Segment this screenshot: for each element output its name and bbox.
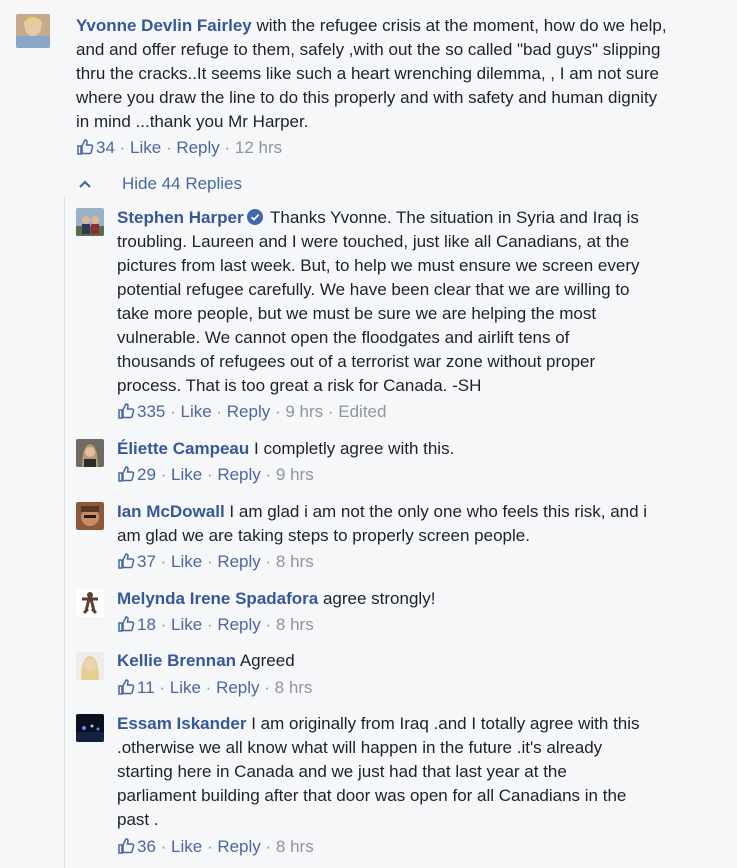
- like-count[interactable]: 11: [117, 678, 155, 697]
- verified-badge-icon: [246, 208, 263, 225]
- comment-text-line: I am originally from Iraq .and I totally…: [251, 714, 640, 733]
- comment-author[interactable]: Essam Iskander: [117, 714, 246, 733]
- comment-text-line: am glad we are taking steps to properly …: [117, 526, 530, 545]
- avatar-kellie-brennan[interactable]: [76, 652, 104, 680]
- reply-thread-line: [64, 197, 65, 868]
- like-count[interactable]: 34: [76, 138, 115, 157]
- like-link[interactable]: Like: [171, 615, 202, 634]
- comment-text-line: .otherwise we all know what will happen …: [117, 738, 603, 757]
- reply-link[interactable]: Reply: [217, 465, 260, 484]
- comment-text-line: potential refugee carefully. We have bee…: [117, 280, 630, 299]
- avatar-essam-iskander[interactable]: [76, 714, 104, 742]
- comment-text-line: Thanks Yvonne. The situation in Syria an…: [270, 208, 639, 227]
- timestamp[interactable]: 8 hrs: [276, 615, 314, 634]
- comment-text-line: take more people, but we must be sure we…: [117, 304, 597, 323]
- reply-link[interactable]: Reply: [176, 138, 219, 157]
- comment-text-line: I completly agree with this.: [254, 439, 455, 458]
- timestamp[interactable]: 12 hrs: [235, 138, 282, 157]
- like-count[interactable]: 18: [117, 615, 156, 634]
- comment-actions: 37 · Like · Reply · 8 hrs: [117, 550, 314, 574]
- timestamp[interactable]: 9 hrs: [276, 465, 314, 484]
- like-link[interactable]: Like: [171, 552, 202, 571]
- comment-actions: 11 · Like · Reply · 8 hrs: [117, 676, 312, 700]
- like-link[interactable]: Like: [130, 138, 161, 157]
- like-link[interactable]: Like: [171, 465, 202, 484]
- reply-link[interactable]: Reply: [227, 402, 270, 421]
- comment-author[interactable]: Éliette Campeau: [117, 439, 249, 458]
- comment-author[interactable]: Melynda Irene Spadafora: [117, 589, 318, 608]
- comment-text-line: with the refugee crisis at the moment, h…: [256, 16, 667, 35]
- comment-text-line: Agreed: [239, 651, 295, 670]
- avatar-melynda-spadafora[interactable]: [76, 589, 104, 617]
- timestamp[interactable]: 8 hrs: [276, 837, 314, 856]
- timestamp[interactable]: 9 hrs: [285, 402, 323, 421]
- thumbs-up-icon: [117, 552, 135, 570]
- reply-link[interactable]: Reply: [217, 837, 260, 856]
- thumbs-up-icon: [117, 402, 135, 420]
- timestamp[interactable]: 8 hrs: [276, 552, 314, 571]
- comment-actions: 29 · Like · Reply · 9 hrs: [117, 463, 314, 487]
- comment-text-line: vulnerable. We cannot open the floodgate…: [117, 328, 570, 347]
- comment-text-line: starting here in Canada and we just had …: [117, 762, 567, 781]
- avatar-ian-mcdowall[interactable]: [76, 502, 104, 530]
- comment-actions: 18 · Like · Reply · 8 hrs: [117, 613, 314, 637]
- like-count[interactable]: 37: [117, 552, 156, 571]
- comment-text-line: troubling. Laureen and I were touched, j…: [117, 232, 630, 251]
- reply-link[interactable]: Reply: [217, 615, 260, 634]
- like-link[interactable]: Like: [171, 837, 202, 856]
- comment-text-line: thru the cracks..It seems like such a he…: [76, 64, 659, 83]
- reply-link[interactable]: Reply: [216, 678, 259, 697]
- comment-author[interactable]: Ian McDowall: [117, 502, 225, 521]
- edited-label[interactable]: Edited: [338, 402, 386, 421]
- like-link[interactable]: Like: [170, 678, 201, 697]
- comment-text-line: past .: [117, 810, 159, 829]
- comment-text-line: pictures from last week. But, to help we…: [117, 256, 640, 275]
- comment-actions: 34 · Like · Reply · 12 hrs: [76, 136, 282, 160]
- chevron-up-icon: [78, 172, 94, 196]
- thumbs-up-icon: [76, 138, 94, 156]
- comment-text-line: I am glad i am not the only one who feel…: [229, 502, 648, 521]
- comment-thread: Yvonne Devlin Fairley with the refugee c…: [0, 0, 737, 868]
- comment-author[interactable]: Stephen Harper: [117, 208, 244, 227]
- comment-author[interactable]: Yvonne Devlin Fairley: [76, 16, 252, 35]
- like-count[interactable]: 36: [117, 837, 156, 856]
- like-link[interactable]: Like: [180, 402, 211, 421]
- comment-text-line: process. That is too great a risk for Ca…: [117, 376, 482, 395]
- comment-actions: 335 · Like · Reply · 9 hrs · Edited: [117, 400, 386, 424]
- comment-actions: 36 · Like · Reply · 8 hrs: [117, 835, 314, 859]
- comment-text-line: agree strongly!: [322, 589, 436, 608]
- avatar-stephen-harper[interactable]: [76, 208, 104, 236]
- reply-link[interactable]: Reply: [217, 552, 260, 571]
- thumbs-up-icon: [117, 465, 135, 483]
- timestamp[interactable]: 8 hrs: [275, 678, 313, 697]
- thumbs-up-icon: [117, 678, 135, 696]
- like-count[interactable]: 29: [117, 465, 156, 484]
- comment-text-line: thousands of refugees out of a terrorist…: [117, 352, 596, 371]
- thumbs-up-icon: [117, 837, 135, 855]
- thumbs-up-icon: [117, 615, 135, 633]
- comment-author[interactable]: Kellie Brennan: [117, 651, 236, 670]
- like-count[interactable]: 335: [117, 402, 165, 421]
- comment-text-line: and and offer refuge to them, safely ,wi…: [76, 40, 661, 59]
- avatar-eliette-campeau[interactable]: [76, 439, 104, 467]
- avatar-yvonne[interactable]: [16, 14, 50, 48]
- comment-text-line: parliament building after that door was …: [117, 786, 627, 805]
- hide-replies-label: Hide 44 Replies: [122, 174, 243, 193]
- comment-text-line: in mind ...thank you Mr Harper.: [76, 112, 309, 131]
- comment-text-line: where you draw the line to do this prope…: [76, 88, 658, 107]
- hide-replies-toggle[interactable]: Hide 44 Replies: [78, 172, 242, 196]
